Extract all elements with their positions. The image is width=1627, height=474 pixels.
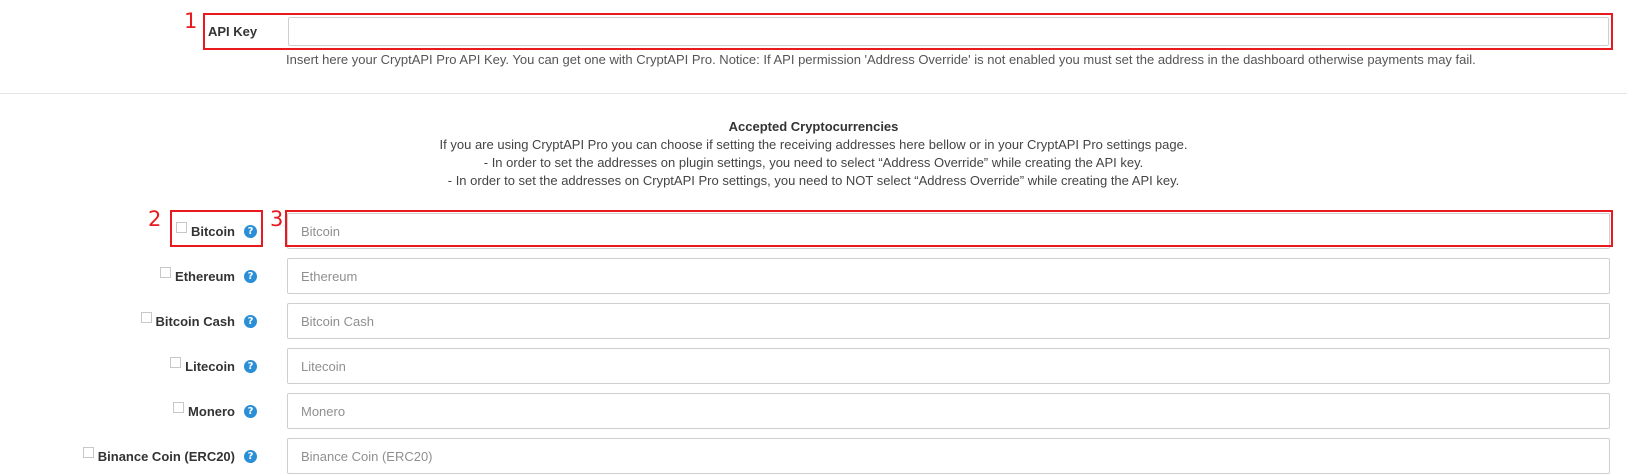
litecoin-address-input[interactable] [287, 348, 1610, 384]
ethereum-label: Ethereum [175, 268, 235, 284]
ethereum-address-input[interactable] [287, 258, 1610, 294]
bitcoin-cash-address-input[interactable] [287, 303, 1610, 339]
api-key-label: API Key [208, 24, 258, 39]
litecoin-checkbox[interactable] [170, 356, 182, 368]
accepted-cryptocurrencies-heading: Accepted Cryptocurrencies [728, 119, 899, 134]
intro-line-1: If you are using CryptAPI Pro you can ch… [439, 137, 1188, 152]
coin-label-group: Binance Coin (ERC20) ? [82, 438, 257, 474]
coin-label-group: Monero ? [173, 393, 257, 429]
binance-coin-address-input[interactable] [287, 438, 1610, 474]
annotation-number-1: 1 [184, 9, 198, 33]
bitcoin-cash-checkbox[interactable] [140, 311, 152, 323]
bitcoin-checkbox[interactable] [175, 221, 187, 233]
bitcoin-address-input[interactable] [287, 213, 1610, 249]
binance-coin-label: Binance Coin (ERC20) [97, 448, 235, 464]
question-circle-icon[interactable]: ? [244, 224, 257, 238]
question-circle-icon[interactable]: ? [244, 404, 257, 418]
coin-label-group: Litecoin ? [170, 348, 257, 384]
coin-label-group: Ethereum ? [160, 258, 257, 294]
coin-row-bitcoin: Bitcoin ? [0, 213, 1627, 249]
accepted-cryptocurrencies-intro: Accepted Cryptocurrencies If you are usi… [0, 118, 1627, 190]
coin-row-binance-coin: Binance Coin (ERC20) ? [0, 438, 1627, 474]
api-key-section: 1 API Key Insert here your CryptAPI Pro … [0, 0, 1627, 94]
question-circle-icon[interactable]: ? [244, 449, 257, 463]
api-key-input[interactable] [288, 17, 1609, 46]
coin-row-ethereum: Ethereum ? [0, 258, 1627, 294]
bitcoin-cash-label: Bitcoin Cash [155, 313, 235, 329]
intro-line-3: - In order to set the addresses on Crypt… [447, 173, 1180, 188]
binance-coin-checkbox[interactable] [82, 446, 94, 458]
coin-row-monero: Monero ? [0, 393, 1627, 429]
settings-page: 1 API Key Insert here your CryptAPI Pro … [0, 0, 1627, 474]
monero-label: Monero [188, 403, 235, 419]
api-key-help-text: Insert here your CryptAPI Pro API Key. Y… [286, 52, 1476, 67]
question-circle-icon[interactable]: ? [244, 314, 257, 328]
ethereum-checkbox[interactable] [160, 266, 172, 278]
intro-line-2: - In order to set the addresses on plugi… [483, 155, 1144, 170]
monero-checkbox[interactable] [173, 401, 185, 413]
bitcoin-label: Bitcoin [190, 223, 235, 239]
question-circle-icon[interactable]: ? [244, 269, 257, 283]
coin-row-bitcoin-cash: Bitcoin Cash ? [0, 303, 1627, 339]
litecoin-label: Litecoin [185, 358, 235, 374]
coin-label-group: Bitcoin Cash ? [140, 303, 257, 339]
coin-row-litecoin: Litecoin ? [0, 348, 1627, 384]
question-circle-icon[interactable]: ? [244, 359, 257, 373]
coin-label-group: Bitcoin ? [175, 213, 257, 249]
monero-address-input[interactable] [287, 393, 1610, 429]
